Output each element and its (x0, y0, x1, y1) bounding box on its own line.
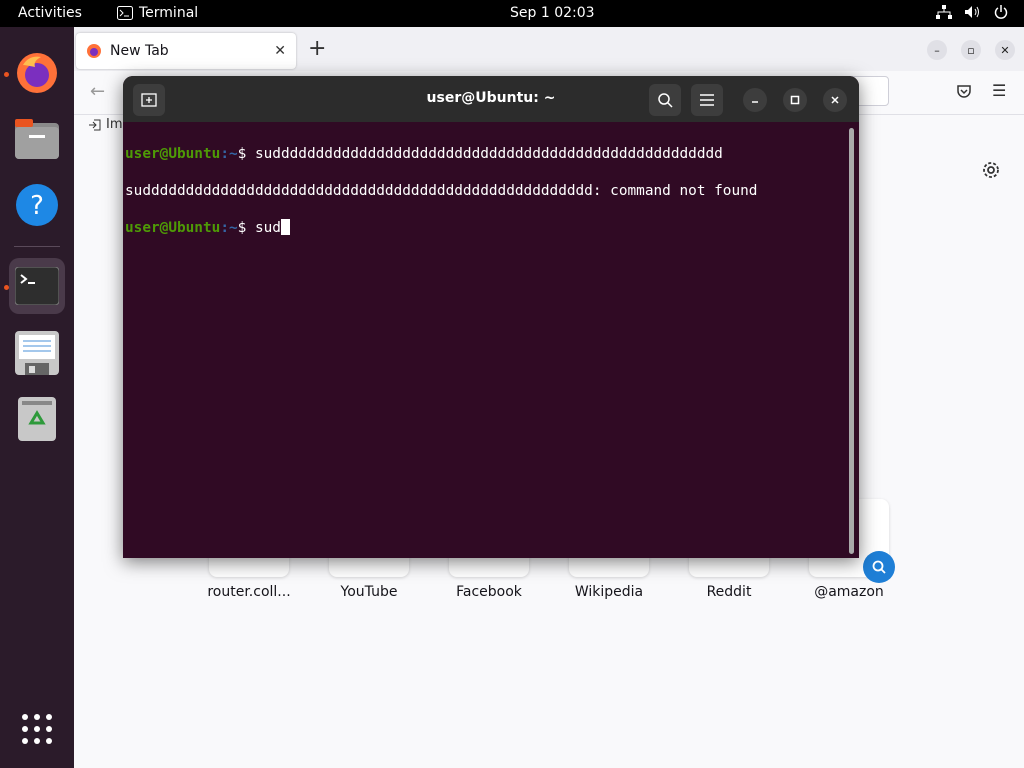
search-icon (658, 93, 673, 108)
prompt-path: :~ (220, 219, 238, 236)
firefox-icon (17, 53, 57, 93)
tab-new-tab[interactable]: New Tab ✕ (76, 33, 296, 69)
close-button[interactable]: ✕ (995, 40, 1015, 60)
tab-title: New Tab (110, 43, 169, 59)
dock-item-firefox[interactable] (9, 45, 65, 101)
shortcut-label[interactable]: router.coll... (194, 584, 304, 600)
maximize-icon (790, 95, 800, 105)
close-tab-icon[interactable]: ✕ (274, 43, 286, 59)
search-icon (872, 560, 886, 574)
app-name: Terminal (139, 5, 199, 21)
hamburger-icon (700, 94, 714, 106)
power-icon[interactable] (994, 5, 1008, 19)
trash-icon (18, 397, 56, 441)
import-icon (89, 119, 101, 130)
terminal-header-bar[interactable]: user@Ubuntu: ~ (123, 76, 859, 122)
back-button[interactable]: ← (90, 81, 105, 102)
bookmark-import-label[interactable]: Im (106, 117, 123, 132)
terminal-icon (117, 6, 133, 20)
dock: ? (0, 27, 74, 768)
terminal-output[interactable]: user@Ubuntu:~$ suddddddddddddddddddddddd… (125, 126, 845, 274)
minimize-button[interactable]: – (927, 40, 947, 60)
settings-gear-icon[interactable] (982, 161, 1000, 183)
prompt-symbol: $ (237, 145, 255, 162)
maximize-button[interactable] (783, 88, 807, 112)
top-bar: Activities Terminal Sep 1 02:03 (0, 0, 1024, 27)
restore-button[interactable]: ▫ (961, 40, 981, 60)
new-tab-button[interactable]: + (308, 37, 326, 61)
system-tray[interactable] (936, 5, 1008, 19)
text-editor-icon (15, 331, 59, 375)
show-apps-icon[interactable] (21, 713, 53, 749)
shortcut-label[interactable]: Wikipedia (554, 584, 664, 600)
prompt-path: :~ (220, 145, 238, 162)
terminal-line: user@Ubuntu:~$ sud (125, 218, 845, 238)
prompt-user: user@Ubuntu (125, 145, 221, 162)
terminal-window[interactable]: user@Ubuntu: ~ user@Ubuntu:~$ sudddddddd… (123, 76, 859, 558)
dock-separator (14, 246, 60, 247)
command-output: sudddddddddddddddddddddddddddddddddddddd… (125, 182, 758, 199)
terminal-icon (15, 267, 59, 305)
folder-icon (15, 119, 59, 159)
svg-text:?: ? (30, 191, 44, 221)
menu-button[interactable] (691, 84, 723, 116)
tab-strip: New Tab ✕ + – ▫ ✕ (74, 27, 1024, 71)
command-input[interactable]: sud (255, 220, 281, 236)
close-icon (831, 96, 839, 104)
shortcut-label[interactable]: Reddit (674, 584, 784, 600)
scrollbar[interactable] (849, 128, 854, 554)
close-button[interactable] (823, 88, 847, 112)
bookmarks-toolbar: Im (88, 117, 123, 132)
terminal-line: user@Ubuntu:~$ suddddddddddddddddddddddd… (125, 145, 845, 164)
app-menu[interactable]: Terminal (117, 5, 198, 21)
minimize-button[interactable] (743, 88, 767, 112)
text-cursor (280, 218, 290, 235)
menu-icon[interactable]: ☰ (992, 81, 1006, 100)
shortcut-label[interactable]: @amazon (794, 584, 904, 600)
shortcut-label[interactable]: Facebook (434, 584, 544, 600)
help-icon: ? (16, 184, 58, 226)
dock-item-files[interactable] (9, 111, 65, 167)
command-text: sudddddddddddddddddddddddddddddddddddddd… (254, 145, 723, 162)
network-icon[interactable] (936, 5, 952, 19)
dock-item-trash[interactable] (9, 391, 65, 447)
dock-item-help[interactable]: ? (9, 177, 65, 233)
prompt-symbol: $ (237, 219, 255, 236)
minimize-icon (752, 101, 758, 103)
shortcut-label[interactable]: YouTube (314, 584, 424, 600)
terminal-line: sudddddddddddddddddddddddddddddddddddddd… (125, 182, 845, 201)
search-button[interactable] (863, 551, 895, 583)
pocket-icon[interactable] (956, 83, 972, 103)
clock[interactable]: Sep 1 02:03 (510, 5, 595, 21)
dock-item-terminal[interactable] (9, 258, 65, 314)
dock-item-text-editor[interactable] (9, 325, 65, 381)
search-button[interactable] (649, 84, 681, 116)
activities-button[interactable]: Activities (18, 5, 82, 21)
prompt-user: user@Ubuntu (125, 219, 221, 236)
firefox-icon (87, 44, 101, 58)
volume-icon[interactable] (964, 5, 982, 19)
